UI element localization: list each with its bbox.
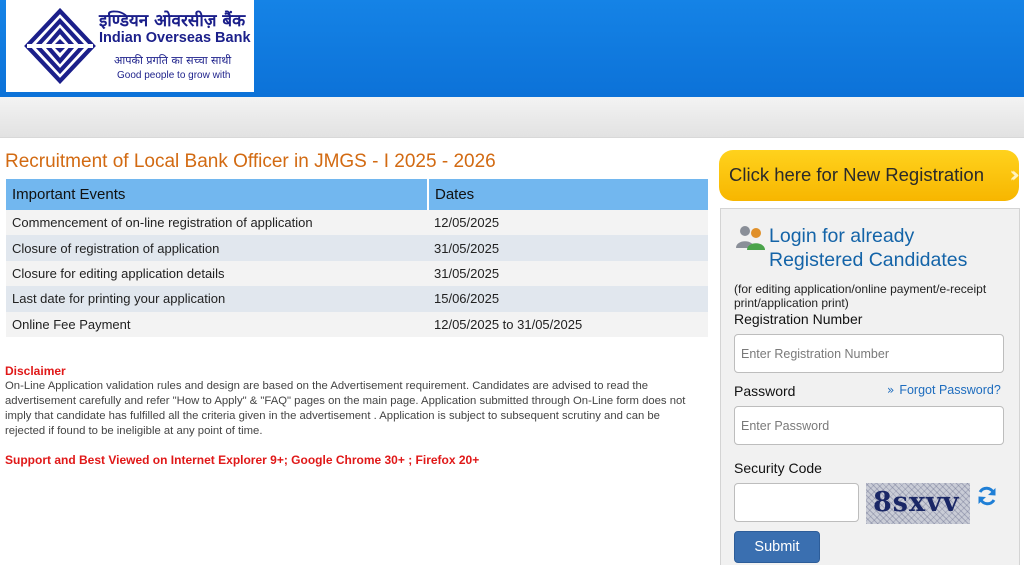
captcha-text: 8sxvv — [873, 487, 960, 518]
important-events-table: Important Events Dates Commencement of o… — [6, 179, 708, 337]
new-registration-label: Click here for New Registration — [729, 164, 984, 185]
date-cell: 15/06/2025 — [428, 286, 708, 312]
page-title: Recruitment of Local Bank Officer in JMG… — [5, 151, 496, 172]
logo-hindi-name: इण्डियन ओवरसीज़ बैंक — [99, 11, 246, 31]
event-cell: Last date for printing your application — [6, 286, 428, 312]
security-code-input[interactable] — [734, 483, 859, 522]
password-input[interactable] — [734, 406, 1004, 445]
navigation-bar — [0, 97, 1024, 138]
event-cell: Closure of registration of application — [6, 235, 428, 261]
registration-number-label: Registration Number — [734, 311, 863, 327]
browser-support-note: Support and Best Viewed on Internet Expl… — [5, 453, 480, 467]
table-row: Last date for printing your application … — [6, 286, 708, 312]
new-registration-button[interactable]: Click here for New Registration ›› — [719, 150, 1019, 201]
disclaimer-title: Disclaimer — [5, 364, 66, 378]
column-header-events: Important Events — [6, 179, 429, 210]
forgot-password-label: Forgot Password? — [899, 383, 1001, 397]
date-cell: 31/05/2025 — [428, 260, 708, 287]
logo-tagline-english: Good people to grow with — [117, 70, 231, 81]
login-heading: Login for already Registered Candidates — [769, 224, 967, 272]
logo-tagline-hindi: आपकी प्रगति का सच्चा साथी — [114, 54, 232, 67]
date-cell: 31/05/2025 — [428, 235, 708, 261]
table-header-row: Important Events Dates — [6, 179, 708, 210]
double-chevron-right-icon: ›› — [1009, 163, 1019, 188]
login-subtitle: (for editing application/online payment/… — [734, 282, 987, 310]
site-header: इण्डियन ओवरसीज़ बैंक Indian Overseas Ban… — [0, 0, 1024, 97]
event-cell: Online Fee Payment — [6, 311, 428, 337]
column-header-dates: Dates — [428, 179, 708, 210]
security-code-label: Security Code — [734, 460, 822, 476]
iob-logo-mark-icon — [24, 8, 96, 84]
registration-number-input[interactable] — [734, 334, 1004, 373]
login-panel: Login for already Registered Candidates … — [720, 208, 1020, 565]
logo-english-name: Indian Overseas Bank — [99, 30, 251, 46]
bank-logo[interactable]: इण्डियन ओवरसीज़ बैंक Indian Overseas Ban… — [6, 0, 254, 92]
table-row: Closure of registration of application 3… — [6, 235, 708, 261]
login-heading-line2: Registered Candidates — [769, 249, 968, 271]
login-heading-line1: Login for already — [769, 225, 915, 247]
captcha-image: 8sxvv — [866, 483, 970, 524]
forgot-password-link[interactable]: » Forgot Password? — [887, 383, 1001, 397]
event-cell: Closure for editing application details — [6, 260, 428, 287]
date-cell: 12/05/2025 — [428, 210, 708, 236]
double-chevron-right-icon: » — [887, 383, 895, 397]
password-label: Password — [734, 383, 796, 399]
refresh-captcha-icon[interactable] — [976, 485, 998, 507]
disclaimer-text: On-Line Application validation rules and… — [5, 380, 686, 437]
table-row: Online Fee Payment 12/05/2025 to 31/05/2… — [6, 311, 708, 337]
table-row: Closure for editing application details … — [6, 260, 708, 287]
event-cell: Commencement of on-line registration of … — [6, 210, 428, 236]
table-row: Commencement of on-line registration of … — [6, 210, 708, 236]
submit-button[interactable]: Submit — [734, 531, 820, 563]
date-cell: 12/05/2025 to 31/05/2025 — [428, 311, 708, 337]
users-icon — [736, 226, 765, 250]
